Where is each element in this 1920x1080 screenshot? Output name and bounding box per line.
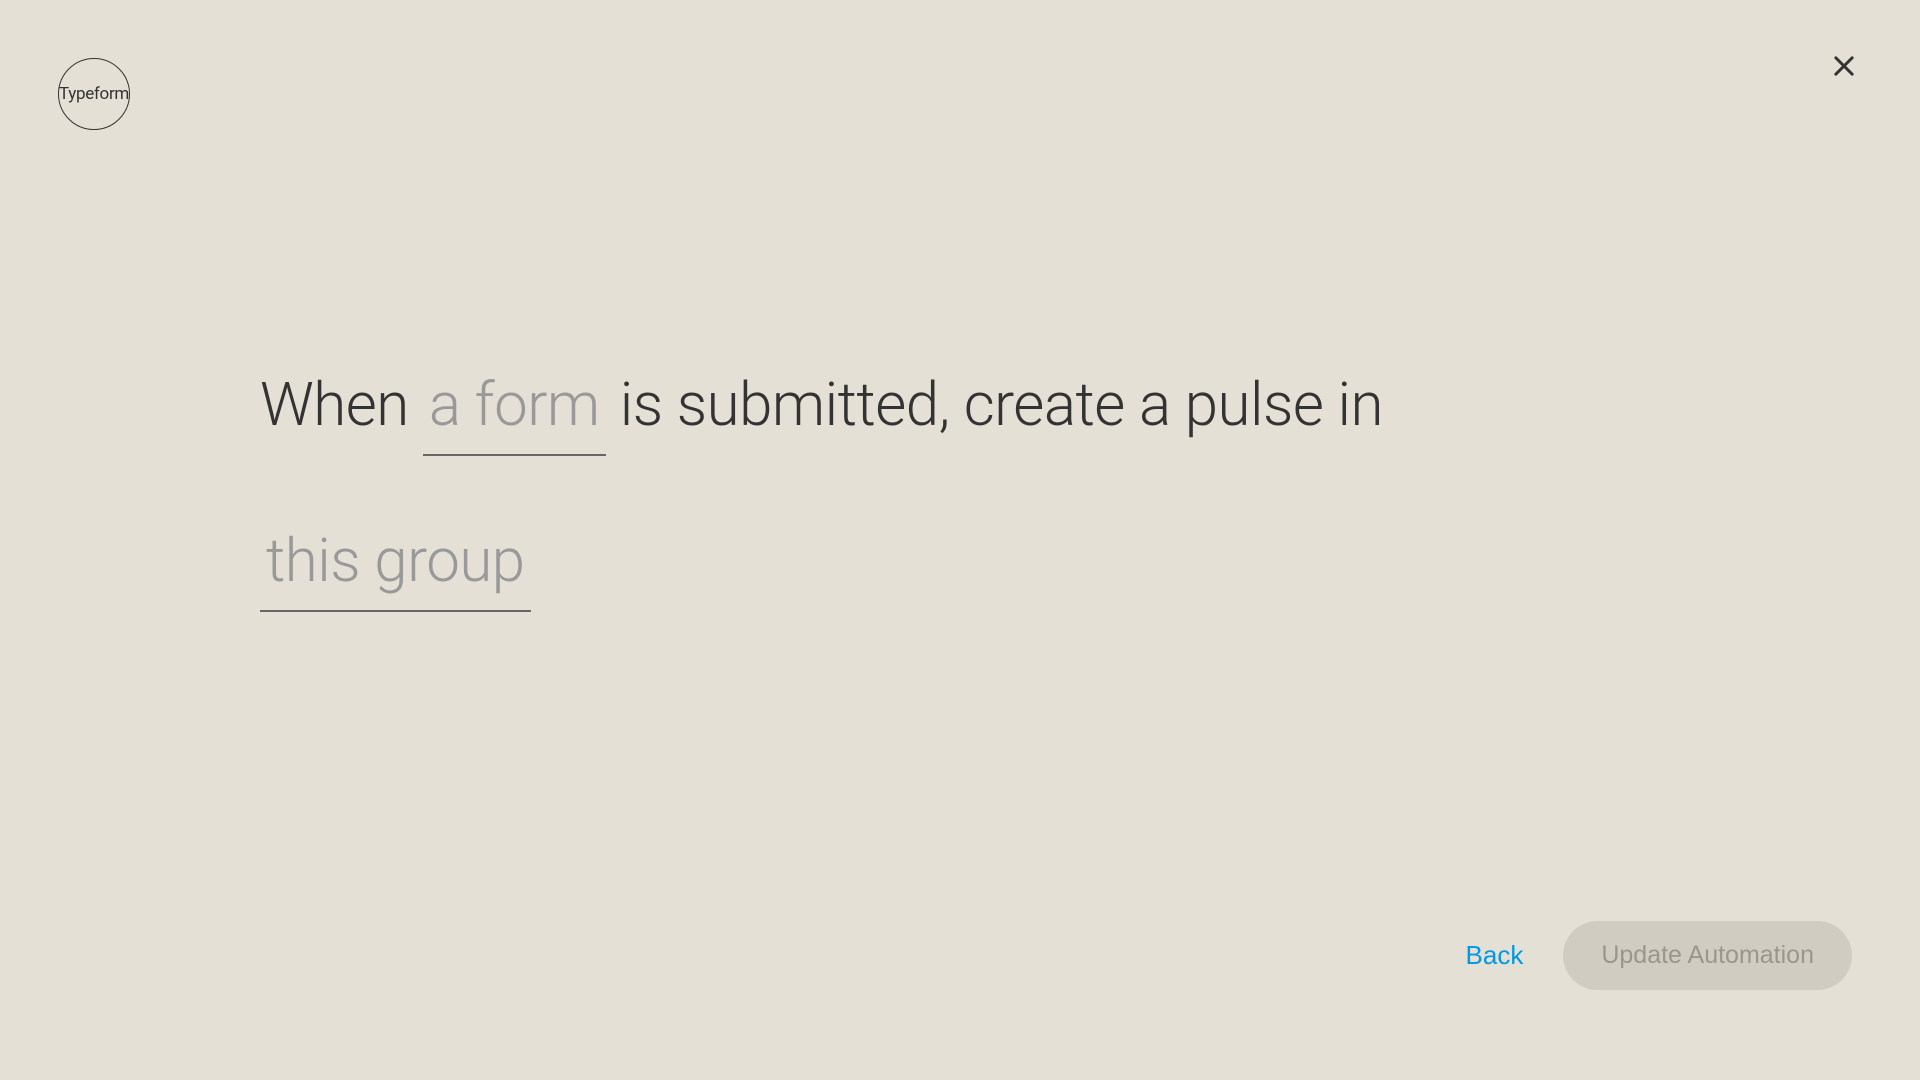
- typeform-logo: Typeform: [58, 58, 130, 130]
- sentence-line-1: When a form is submitted, create a pulse…: [260, 360, 1660, 456]
- logo-text: Typeform: [59, 84, 129, 104]
- sentence-container: When a form is submitted, create a pulse…: [260, 360, 1660, 612]
- sentence-line-2: this group: [260, 516, 1660, 612]
- form-selector[interactable]: a form: [423, 360, 606, 456]
- update-automation-button[interactable]: Update Automation: [1563, 921, 1852, 990]
- sentence-prefix: When: [260, 369, 409, 440]
- sentence-middle: is submitted, create a pulse in: [620, 369, 1383, 440]
- automation-sentence-builder: When a form is submitted, create a pulse…: [260, 360, 1660, 672]
- back-button[interactable]: Back: [1450, 932, 1540, 979]
- close-button[interactable]: [1826, 48, 1862, 84]
- group-selector[interactable]: this group: [260, 516, 531, 612]
- logo-circle-icon: Typeform: [58, 58, 130, 130]
- footer-actions: Back Update Automation: [1450, 921, 1852, 990]
- close-icon: [1830, 52, 1858, 80]
